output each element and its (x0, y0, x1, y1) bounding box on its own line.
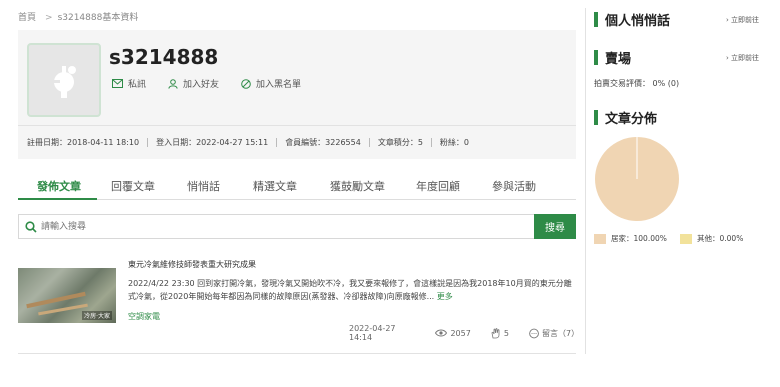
comment-icon (529, 328, 539, 338)
tab-replies[interactable]: 回覆文章 (111, 178, 155, 194)
block-icon (241, 78, 251, 89)
avatar (27, 43, 101, 117)
tab-encouraged[interactable]: 獲鼓勵文章 (330, 178, 385, 194)
more-link[interactable]: 更多 (437, 292, 453, 301)
tab-activities[interactable]: 參與活動 (492, 178, 536, 194)
like-count-text: 5 (503, 328, 509, 338)
market-header: 賣場 (594, 48, 631, 67)
tab-published[interactable]: 發佈文章 (37, 178, 81, 194)
breadcrumb-home[interactable]: 首頁 (18, 13, 36, 23)
add-friend-label: 加入好友 (183, 80, 220, 90)
message-label: 私訊 (128, 80, 147, 90)
login-date: 登入日期：2022-04-27 15:11 (156, 138, 278, 147)
article-category[interactable]: 空調家電 (128, 311, 160, 322)
comment-count[interactable]: 留言（7） (529, 328, 580, 339)
header-accent-bar (594, 12, 598, 27)
market-title: 賣場 (605, 52, 632, 67)
blacklist-button[interactable]: 加入黑名單 (241, 77, 301, 90)
profile-stats: 註冊日期：2018-04-11 18:10 登入日期：2022-04-27 15… (27, 138, 485, 147)
article-item: 冷房·大家 東元冷氣維修技師發表重大研究成果 2022/4/22 23:30 回… (18, 258, 579, 342)
page: 首頁 > s3214888基本資料 s3214888 私訊 加入好友 加入黑名單… (0, 0, 780, 387)
legend-other: 其他：0.00% (680, 233, 743, 244)
profile-actions: 私訊 加入好友 加入黑名單 (112, 77, 301, 90)
article-body: 2022/4/22 23:30 回到家打開冷氣，發現冷氣又開始吹不冷，我又要來報… (128, 279, 572, 301)
legend-home: 居家：100.00% (594, 233, 667, 244)
article-thumbnail[interactable]: 冷房·大家 (18, 268, 116, 323)
add-friend-button[interactable]: 加入好友 (168, 77, 219, 90)
list-divider (18, 353, 576, 354)
clap-icon (491, 327, 500, 338)
view-count-text: 2057 (450, 328, 471, 338)
article-date-text: 2022-04-27 14:14 (349, 324, 396, 342)
thumbnail-pipe-shape (38, 303, 88, 316)
active-tab-underline (18, 198, 97, 200)
legend-other-swatch (680, 233, 692, 244)
search-box (18, 214, 534, 239)
article-meta: 2022-04-27 14:14 2057 5 留言（7） (349, 324, 580, 342)
breadcrumb-current: s3214888基本資料 (57, 13, 139, 23)
article-date: 2022-04-27 14:14 (349, 324, 415, 342)
tab-whispers[interactable]: 悄悄話 (187, 178, 220, 194)
breadcrumb: 首頁 > s3214888基本資料 (18, 10, 142, 23)
whisper-title: 個人悄悄話 (605, 14, 671, 29)
tab-featured[interactable]: 精選文章 (253, 178, 297, 194)
legend-home-label: 居家：100.00% (611, 234, 667, 243)
tab-bar: 發佈文章 回覆文章 悄悄話 精選文章 獲鼓勵文章 年度回顧 參與活動 (18, 174, 576, 200)
header-accent-bar (594, 50, 598, 65)
blacklist-label: 加入黑名單 (256, 80, 302, 90)
distribution-title: 文章分佈 (605, 112, 658, 127)
profile-divider (18, 125, 576, 126)
article-title[interactable]: 東元冷氣維修技師發表重大研究成果 (128, 259, 256, 270)
sidebar: 個人悄悄話 › 立即前往 賣場 › 立即前往 拍賣交易評價： 0% (0) 文章… (594, 0, 780, 387)
header-accent-bar (594, 110, 598, 125)
search-bar: 搜尋 (18, 214, 576, 239)
username: s3214888 (109, 45, 219, 69)
tab-annual-review[interactable]: 年度回顧 (416, 178, 460, 194)
mail-icon (112, 79, 123, 88)
like-count[interactable]: 5 (491, 327, 509, 339)
whisper-link-label: 立即前往 (731, 16, 760, 24)
distribution-pie-chart (595, 137, 679, 221)
eye-icon (435, 329, 448, 337)
register-date: 註冊日期：2018-04-11 18:10 (27, 138, 149, 147)
market-link[interactable]: › 立即前往 (726, 53, 759, 63)
thumbnail-watermark: 冷房·大家 (82, 311, 112, 320)
default-avatar-icon (52, 66, 76, 98)
legend-home-swatch (594, 233, 606, 244)
view-count: 2057 (435, 328, 471, 338)
whisper-link[interactable]: › 立即前往 (726, 15, 759, 25)
main-content: 首頁 > s3214888基本資料 s3214888 私訊 加入好友 加入黑名單… (18, 0, 579, 387)
comment-count-text: 留言（7） (541, 328, 580, 338)
legend-other-label: 其他：0.00% (697, 234, 744, 243)
article-points: 文章積分：5 (378, 138, 432, 147)
user-icon (168, 78, 178, 89)
profile-card: s3214888 私訊 加入好友 加入黑名單 註冊日期：2018-04-11 1… (18, 30, 576, 159)
breadcrumb-separator: > (45, 13, 53, 23)
message-button[interactable]: 私訊 (112, 77, 146, 90)
article-excerpt: 2022/4/22 23:30 回到家打開冷氣，發現冷氣又開始吹不冷，我又要來報… (128, 277, 573, 303)
search-icon (25, 221, 37, 233)
column-divider (585, 8, 586, 354)
auction-rating: 拍賣交易評價： 0% (0) (594, 79, 680, 88)
search-button[interactable]: 搜尋 (534, 214, 576, 239)
market-link-label: 立即前往 (731, 54, 760, 62)
whisper-header: 個人悄悄話 (594, 10, 670, 29)
search-input[interactable] (41, 218, 521, 236)
fans-count: 粉絲：0 (439, 138, 470, 147)
member-number: 會員編號：3226554 (285, 138, 370, 147)
distribution-header: 文章分佈 (594, 108, 657, 127)
